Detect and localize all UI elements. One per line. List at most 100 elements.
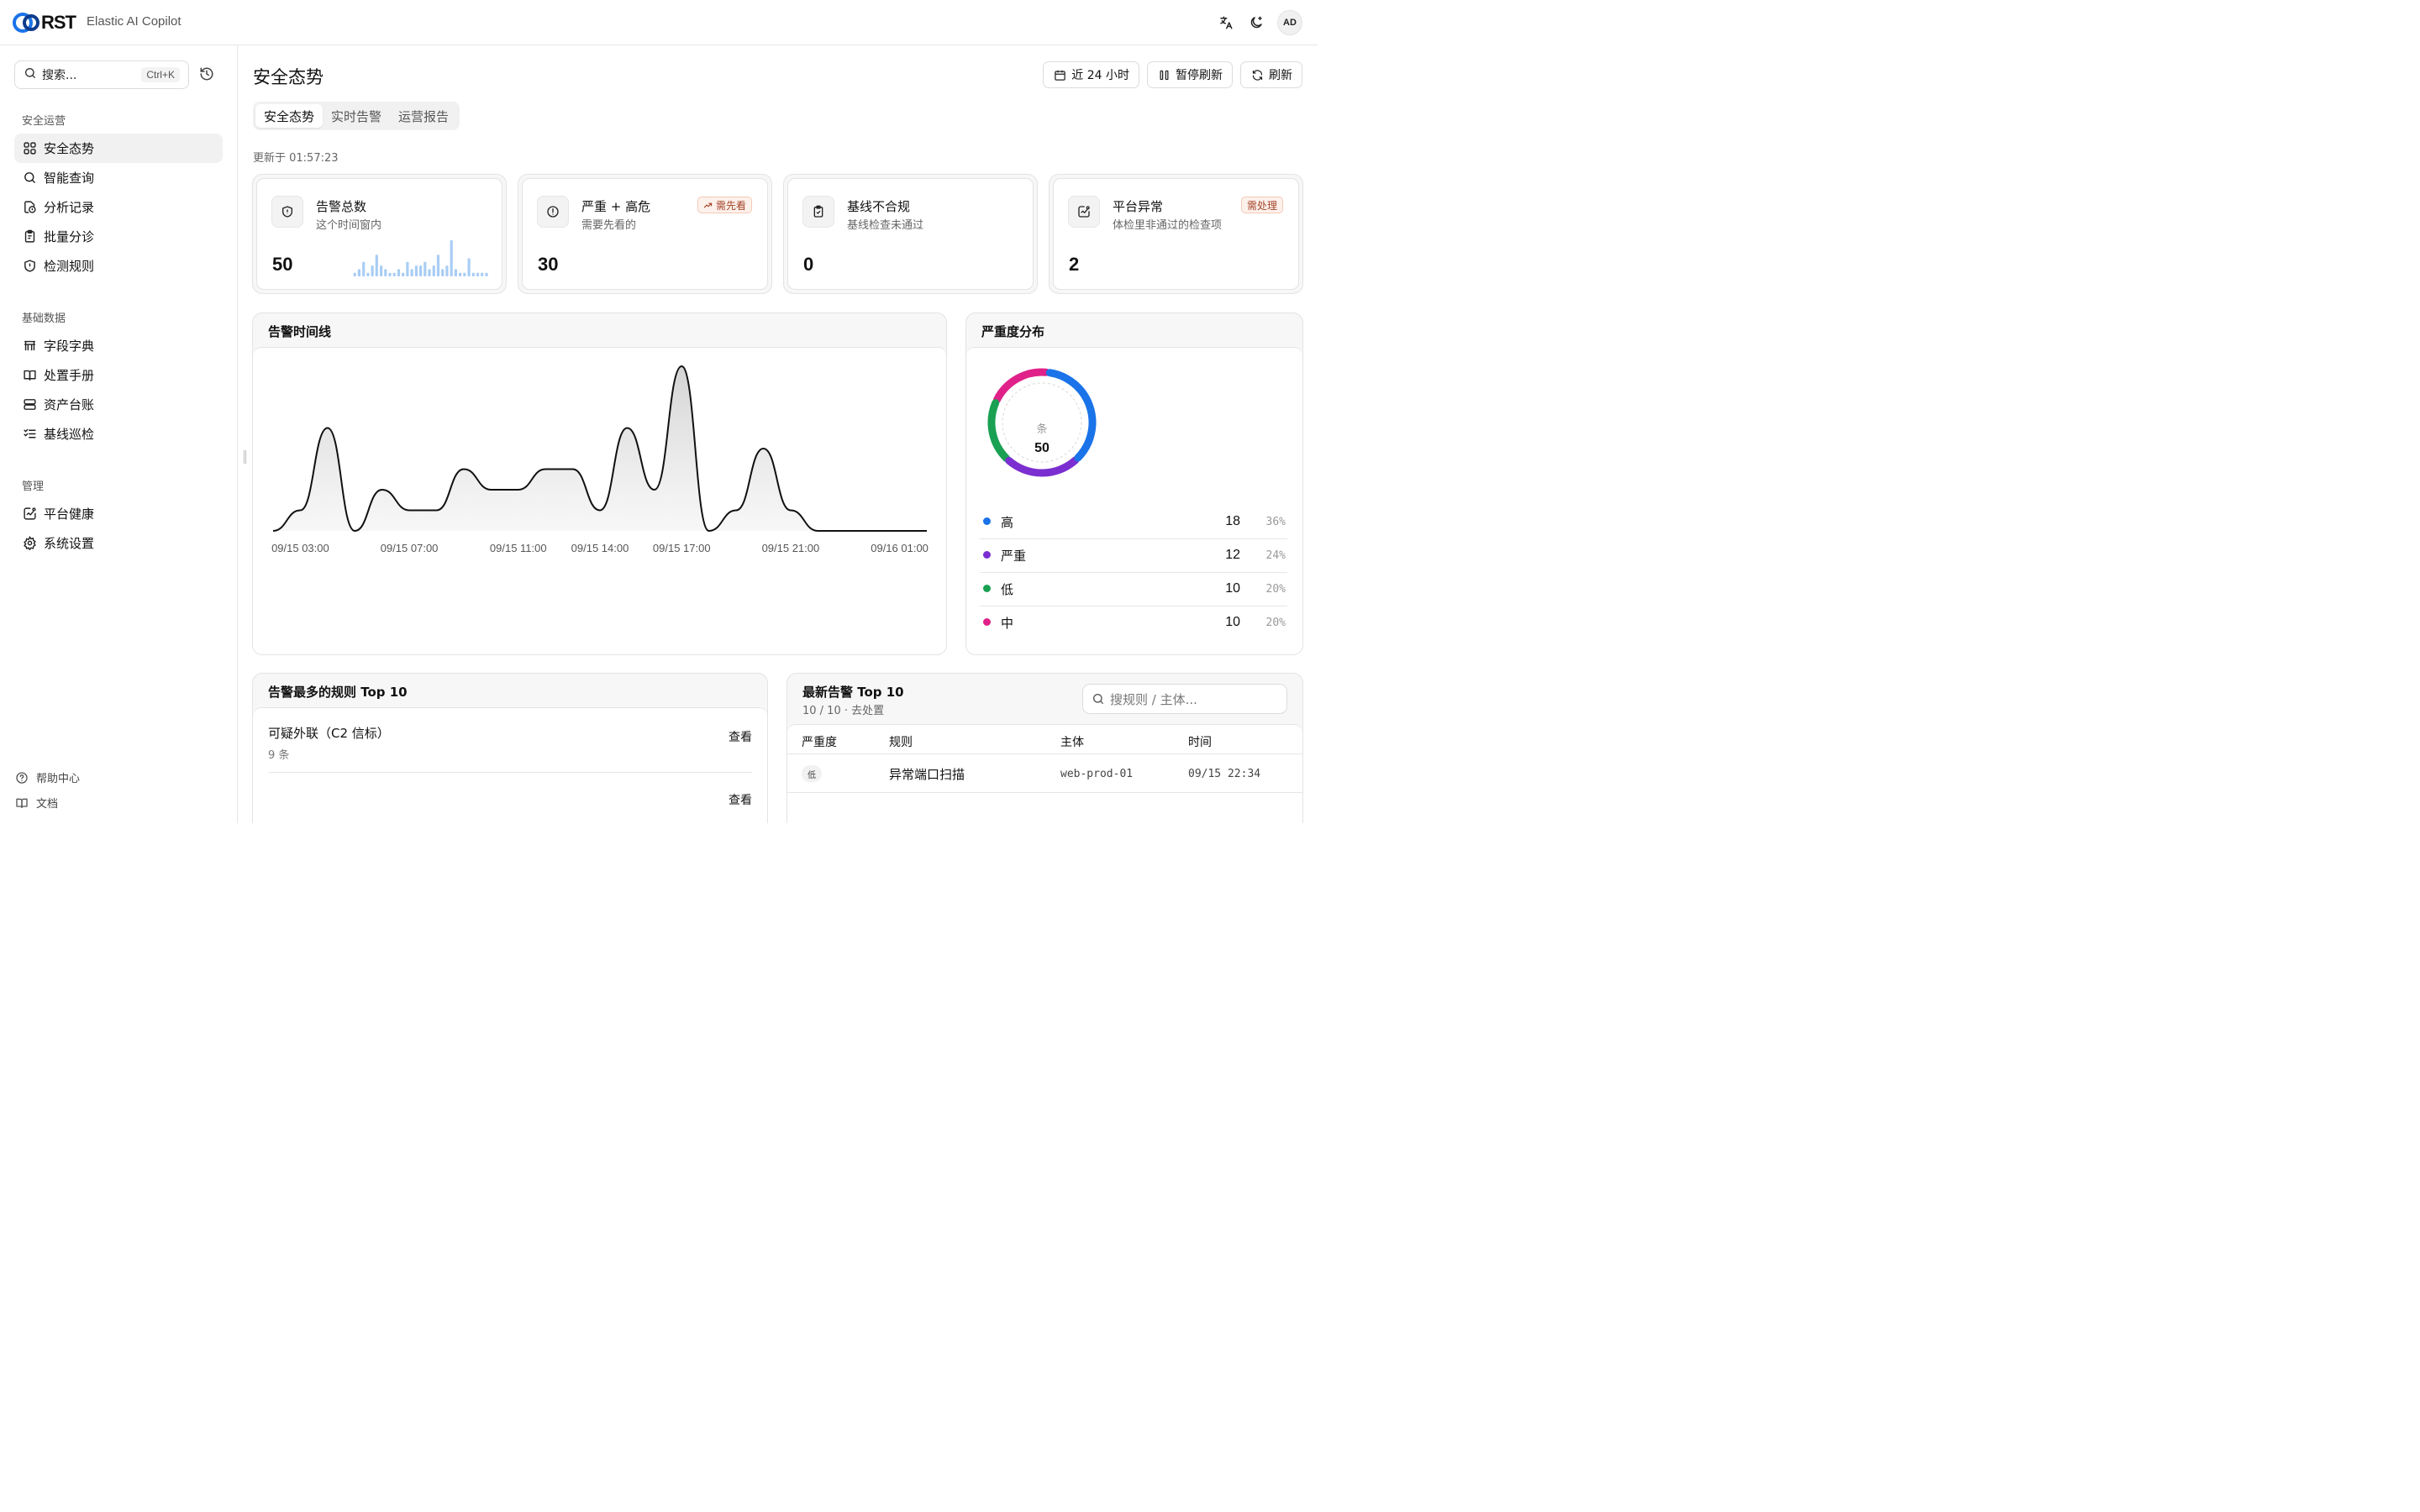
sidebar-item-assets[interactable]: 资产台账 — [14, 390, 223, 419]
x-tick-label: 09/15 03:00 — [271, 542, 329, 554]
severity-distribution-panel: 严重度分布 条 50 高 18 36% 严重 12 24% 低 10 20% 中… — [965, 312, 1303, 655]
column-header-rule[interactable]: 规则 — [889, 733, 913, 750]
donut-slice[interactable] — [987, 399, 1011, 463]
latest-alerts-panel: 最新告警 Top 10 10 / 10 · 去处置 搜规则 / 主体... 严重… — [786, 673, 1303, 823]
help-center-link[interactable]: 帮助中心 — [14, 769, 80, 785]
severity-badge: 低 — [802, 765, 822, 782]
legend-dot — [983, 517, 991, 525]
column-header-subject[interactable]: 主体 — [1060, 733, 1084, 750]
legend-name: 严重 — [1001, 549, 1027, 564]
spark-bar — [485, 272, 488, 276]
search-shortcut: Ctrl+K — [141, 67, 180, 82]
sidebar-item-field-dict[interactable]: 字段字典 — [14, 331, 223, 360]
spark-bar — [366, 272, 370, 276]
column-header-time[interactable]: 时间 — [1188, 733, 1212, 750]
tab-posture[interactable]: 安全态势 — [255, 104, 324, 128]
column-header-severity[interactable]: 严重度 — [802, 733, 837, 750]
sidebar-item-label: 安全态势 — [44, 141, 95, 156]
spark-bar — [371, 265, 374, 276]
tab-ops-report[interactable]: 运营报告 — [390, 104, 457, 128]
sidebar-item-label: 批量分诊 — [44, 229, 95, 244]
legend-count: 18 — [1225, 514, 1240, 528]
legend-dot — [983, 585, 991, 592]
donut-slice[interactable] — [992, 368, 1050, 404]
history-icon[interactable] — [199, 66, 216, 83]
pause-refresh-label: 暂停刷新 — [1176, 69, 1223, 82]
stat-subtitle: 基线检查未通过 — [847, 219, 924, 232]
sidebar-item-settings[interactable]: 系统设置 — [14, 528, 223, 558]
spark-bar — [459, 272, 462, 276]
sidebar-item-batch-triage[interactable]: 批量分诊 — [14, 222, 223, 251]
search-icon — [22, 171, 37, 186]
stat-card-total-alerts[interactable]: 告警总数 这个时间窗内 50 — [252, 174, 507, 294]
sidebar-search[interactable]: 搜索... Ctrl+K — [14, 60, 189, 89]
status-badge-label: 需处理 — [1246, 199, 1277, 212]
gear-icon — [22, 536, 37, 551]
book-icon — [22, 368, 37, 383]
sidebar-item-label: 基线巡检 — [44, 427, 95, 442]
sidebar-item-platform-health[interactable]: 平台健康 — [14, 499, 223, 528]
status-badge: 需先看 — [697, 197, 752, 213]
stat-card-critical-high[interactable]: 严重 + 高危 需要先看的 30 需先看 — [518, 174, 772, 294]
rule-name: 可疑外联（C2 信标） — [268, 726, 390, 741]
stat-card-platform-anomaly[interactable]: 平台异常 体检里非通过的检查项 2 需处理 — [1049, 174, 1303, 294]
sidebar-item-label: 检测规则 — [44, 259, 95, 274]
legend-row[interactable]: 高 18 36% — [980, 506, 1287, 539]
nav-group-title-ops: 安全运营 — [22, 115, 66, 128]
panel-subtitle[interactable]: 10 / 10 · 去处置 — [802, 701, 884, 717]
activity-icon — [1068, 196, 1100, 228]
refresh-icon — [1250, 68, 1264, 81]
x-tick-label: 09/15 14:00 — [571, 542, 629, 554]
filter-placeholder: 搜规则 / 主体... — [1110, 691, 1197, 707]
sidebar-item-posture[interactable]: 安全态势 — [14, 134, 223, 163]
sidebar-item-playbook[interactable]: 处置手册 — [14, 360, 223, 390]
avatar[interactable]: AD — [1277, 10, 1302, 35]
sidebar-item-baseline[interactable]: 基线巡检 — [14, 419, 223, 449]
spark-bar — [384, 269, 387, 276]
logo[interactable]: RST — [13, 11, 76, 34]
spark-bar — [467, 258, 471, 276]
stat-title: 严重 + 高危 — [581, 199, 651, 214]
donut-center-label: 条 — [1036, 423, 1047, 436]
tab-realtime-alerts[interactable]: 实时告警 — [323, 104, 390, 128]
panel-title: 最新告警 Top 10 — [802, 685, 904, 700]
logo-mark-icon — [13, 11, 43, 34]
legend-percent: 20% — [1265, 617, 1286, 629]
view-button[interactable]: 查看 — [729, 728, 752, 745]
legend-row[interactable]: 低 10 20% — [980, 573, 1287, 606]
logo-text: RST — [41, 12, 76, 33]
legend-dot — [983, 551, 991, 559]
sidebar-item-label: 资产台账 — [44, 397, 95, 412]
theme-toggle-icon[interactable] — [1247, 13, 1265, 32]
translate-icon[interactable] — [1217, 13, 1235, 32]
spark-bar — [388, 272, 392, 276]
help-center-label: 帮助中心 — [36, 773, 81, 785]
sidebar-item-analysis-records[interactable]: 分析记录 — [14, 192, 223, 222]
spark-bar — [353, 272, 356, 276]
sidebar-item-smart-query[interactable]: 智能查询 — [14, 163, 223, 192]
spark-bar — [397, 269, 401, 276]
table-row[interactable]: 低 异常端口扫描 web-prod-01 09/15 22:34 — [787, 754, 1302, 793]
stat-value: 30 — [538, 254, 559, 275]
legend-row[interactable]: 中 10 20% — [980, 606, 1287, 640]
docs-link[interactable]: 文档 — [14, 795, 58, 811]
alert-filter-input[interactable]: 搜规则 / 主体... — [1082, 684, 1287, 714]
x-tick-label: 09/15 11:00 — [490, 542, 547, 554]
donut-slice[interactable] — [1045, 369, 1097, 462]
sidebar-item-detection-rules[interactable]: 检测规则 — [14, 251, 223, 281]
pause-refresh-button[interactable]: 暂停刷新 — [1147, 61, 1233, 88]
x-tick-label: 09/16 01:00 — [871, 542, 929, 554]
refresh-button[interactable]: 刷新 — [1240, 61, 1302, 88]
panel-title: 告警时间线 — [268, 324, 332, 339]
legend-row[interactable]: 严重 12 24% — [980, 539, 1287, 573]
dashboard-icon — [22, 141, 37, 156]
docs-label: 文档 — [36, 798, 59, 811]
alert-circle-icon — [537, 196, 569, 228]
stat-card-baseline[interactable]: 基线不合规 基线检查未通过 0 — [783, 174, 1038, 294]
view-button[interactable]: 查看 — [729, 791, 752, 808]
list-item[interactable]: 可疑外联（C2 信标） 9 条 — [268, 724, 754, 762]
nav-group-title-data: 基础数据 — [22, 312, 66, 325]
timeline-chart: 09/15 03:00 09/15 07:00 09/15 11:00 09/15 1… — [271, 365, 929, 554]
top-bar: RST Elastic AI Copilot AD — [0, 0, 1318, 45]
time-range-button[interactable]: 近 24 小时 — [1043, 61, 1139, 88]
